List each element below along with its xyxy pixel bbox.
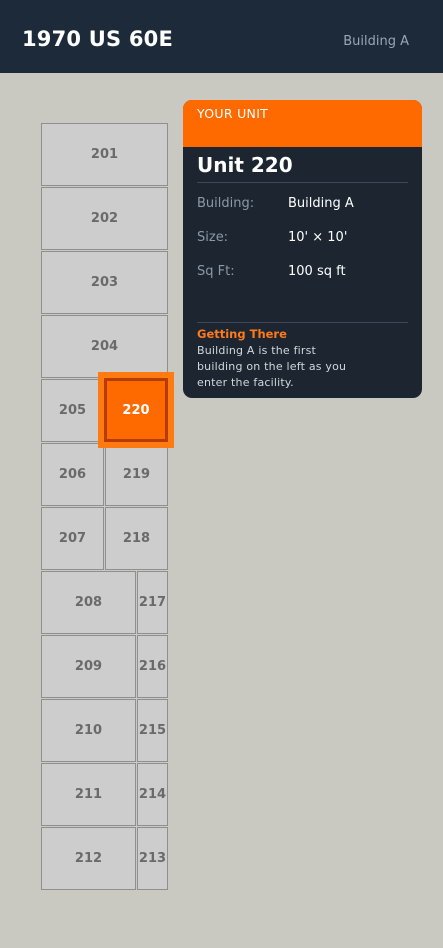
unit-220-selected[interactable]: 220 (98, 372, 174, 448)
divider (197, 322, 408, 323)
unit-217[interactable]: 217 (137, 571, 168, 634)
unit-211[interactable]: 211 (41, 763, 136, 826)
facility-title: 1970 US 60E (22, 27, 174, 51)
unit-204[interactable]: 204 (41, 315, 168, 378)
unit-218[interactable]: 218 (105, 507, 168, 570)
unit-202[interactable]: 202 (41, 187, 168, 250)
unit-206[interactable]: 206 (41, 443, 104, 506)
sqft-value: 100 sq ft (288, 264, 346, 279)
unit-219[interactable]: 219 (105, 443, 168, 506)
unit-212[interactable]: 212 (41, 827, 136, 890)
building-key: Building: (197, 196, 255, 211)
unit-215[interactable]: 215 (137, 699, 168, 762)
card-kicker: YOUR UNIT (197, 106, 269, 121)
unit-205[interactable]: 205 (41, 379, 104, 442)
app-header: 1970 US 60E Building A (0, 0, 443, 73)
unit-210[interactable]: 210 (41, 699, 136, 762)
building-value: Building A (288, 196, 354, 211)
unit-208[interactable]: 208 (41, 571, 136, 634)
unit-209[interactable]: 209 (41, 635, 136, 698)
unit-214[interactable]: 214 (137, 763, 168, 826)
card-header: YOUR UNIT (183, 100, 422, 147)
unit-201[interactable]: 201 (41, 123, 168, 186)
unit-name: Unit 220 (197, 153, 293, 177)
divider (197, 182, 408, 183)
getting-there-title: Getting There (197, 327, 287, 341)
unit-213[interactable]: 213 (137, 827, 168, 890)
unit-207[interactable]: 207 (41, 507, 104, 570)
building-label: Building A (343, 34, 409, 49)
size-value: 10' × 10' (288, 230, 348, 245)
unit-216[interactable]: 216 (137, 635, 168, 698)
unit-info-card: YOUR UNIT Unit 220 Building: Building A … (183, 100, 422, 398)
unit-203[interactable]: 203 (41, 251, 168, 314)
size-key: Size: (197, 230, 229, 245)
sqft-key: Sq Ft: (197, 264, 235, 279)
getting-there-body: Building A is the first building on the … (197, 344, 347, 389)
